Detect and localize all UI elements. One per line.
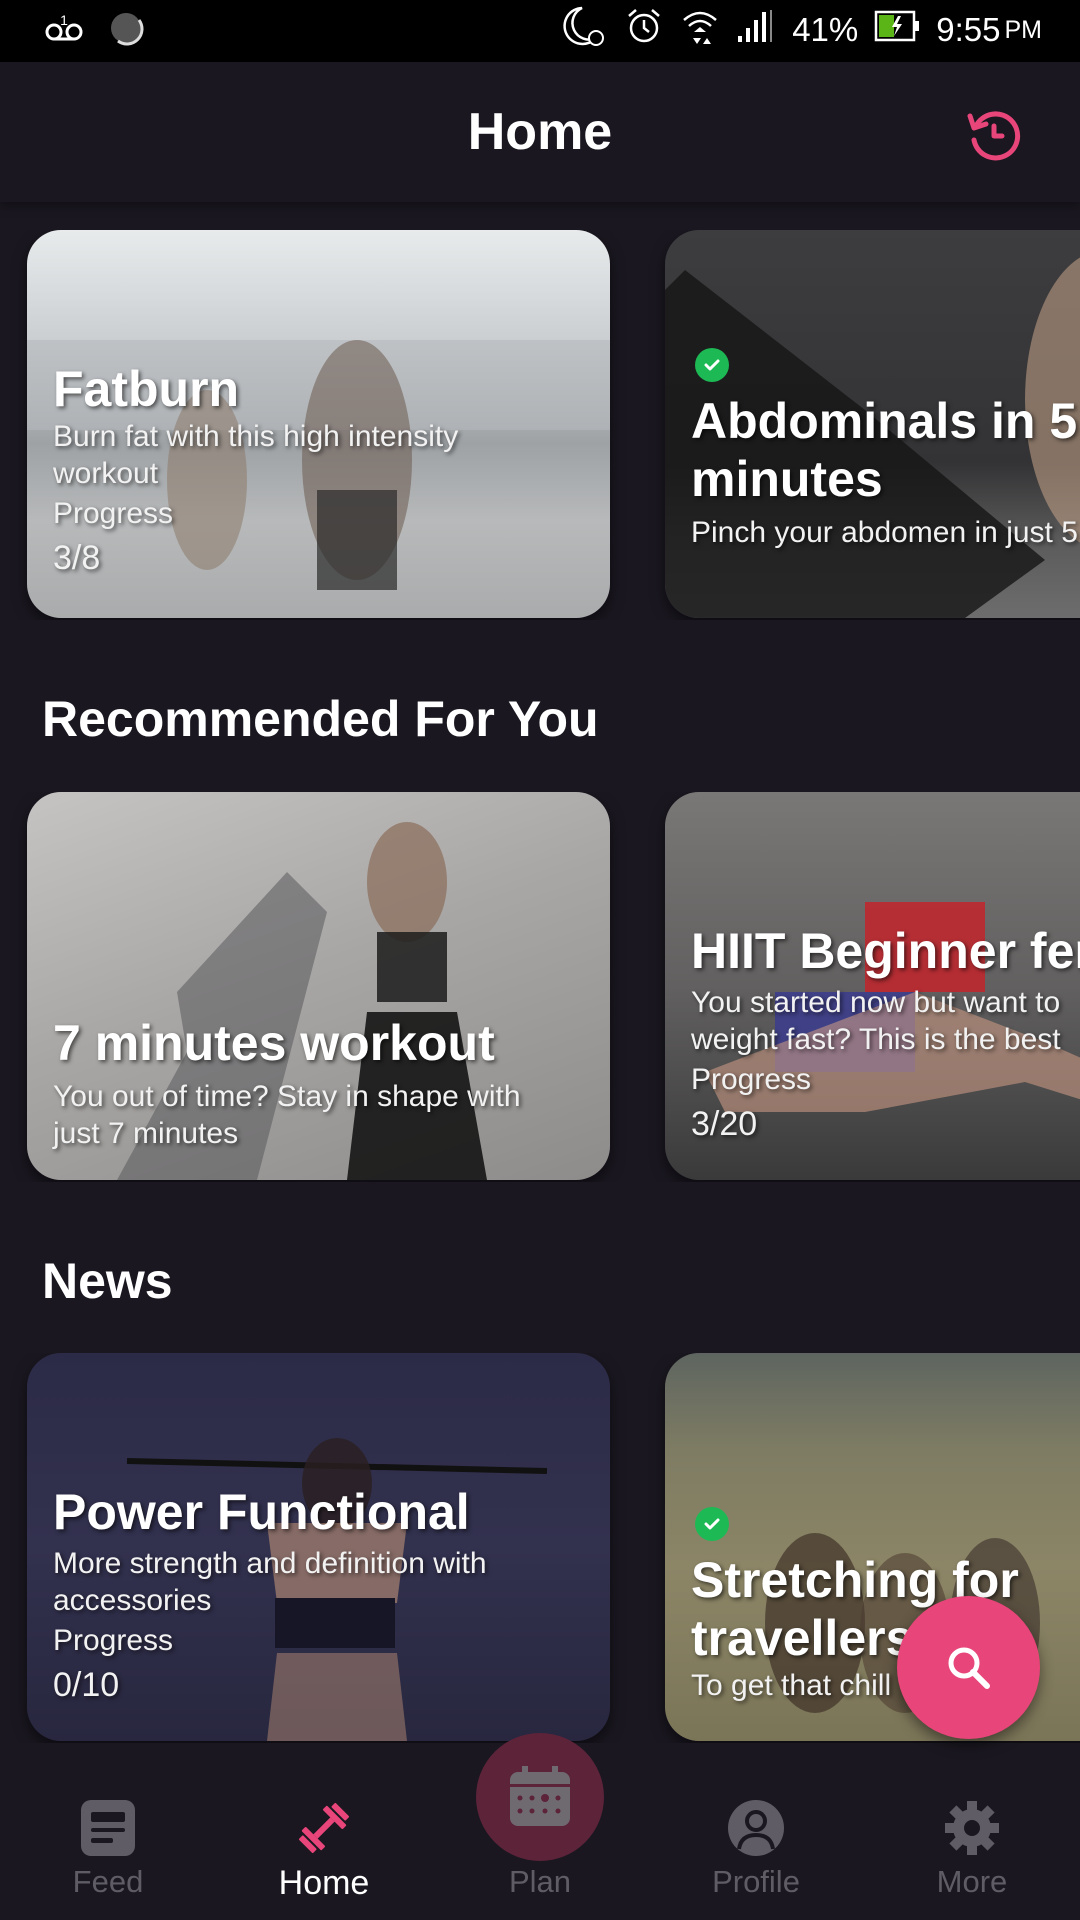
workout-card-power-functional[interactable]: Power Functional More strength and defin… <box>27 1353 610 1741</box>
nav-label: Plan <box>508 1864 572 1899</box>
card-description: Pinch your abdomen in just 5 <box>691 516 1078 549</box>
dumbbell-icon <box>298 1802 350 1854</box>
completed-check-icon <box>695 348 729 382</box>
nav-label: Home <box>278 1864 370 1902</box>
nav-item-feed[interactable]: Feed <box>28 1760 188 1920</box>
page-title: Home <box>467 103 613 161</box>
svg-text:1: 1 <box>60 13 68 28</box>
card-description: Burn fat with this high intensity workou… <box>53 420 459 490</box>
workout-card-fatburn[interactable]: Fatburn Burn fat with this high intensit… <box>27 230 610 618</box>
card-title: Abdominals in 5 minutes <box>691 393 1078 507</box>
clock-ampm: PM <box>1004 15 1043 44</box>
loading-icon <box>108 10 144 51</box>
wifi-icon <box>680 6 720 54</box>
gear-icon <box>945 1801 999 1855</box>
profile-icon <box>728 1800 784 1856</box>
nav-label: Feed <box>72 1864 144 1899</box>
card-title: Power Functional <box>53 1484 470 1540</box>
workout-card-7-minutes[interactable]: 7 minutes workout You out of time? Stay … <box>27 792 610 1180</box>
battery-percent: 41% <box>792 11 859 48</box>
section-title-news: News <box>42 1253 173 1309</box>
nav-label: More <box>936 1864 1008 1899</box>
history-icon <box>967 111 1021 161</box>
workout-card-abdominals[interactable]: Abdominals in 5 minutes Pinch your abdom… <box>665 230 1080 618</box>
progress-value: 3/20 <box>691 1105 758 1143</box>
clock-time: 9:55 <box>936 11 1001 48</box>
feed-icon <box>81 1800 135 1856</box>
completed-check-icon <box>695 1507 729 1541</box>
history-button[interactable] <box>962 102 1026 166</box>
section-title-recommended: Recommended For You <box>42 691 599 747</box>
progress-label: Progress <box>53 1624 174 1657</box>
search-icon <box>948 1647 990 1689</box>
nav-item-profile[interactable]: Profile <box>676 1760 836 1920</box>
card-title: HIIT Beginner fem <box>691 923 1080 979</box>
alarm-icon <box>624 6 664 54</box>
featured-carousel[interactable]: Fatburn Burn fat with this high intensit… <box>0 230 1080 620</box>
progress-label: Progress <box>691 1063 812 1096</box>
battery-charging-icon <box>874 10 920 50</box>
progress-label: Progress <box>53 497 174 530</box>
card-title: Fatburn <box>53 361 240 417</box>
card-title: 7 minutes workout <box>53 1015 495 1071</box>
card-description: More strength and definition with access… <box>53 1547 487 1617</box>
voicemail-icon: 1 <box>44 12 84 48</box>
nav-item-home[interactable]: Home <box>244 1760 404 1920</box>
progress-value: 0/10 <box>53 1666 120 1704</box>
calendar-icon <box>510 1766 570 1826</box>
recommended-carousel[interactable]: 7 minutes workout You out of time? Stay … <box>0 792 1080 1182</box>
app-bar: Home <box>0 62 1080 202</box>
status-bar: 1 41% 9:55 PM <box>0 0 1080 62</box>
plan-button[interactable] <box>476 1733 604 1861</box>
workout-card-hiit-beginner[interactable]: HIIT Beginner fem You started now but wa… <box>665 792 1080 1180</box>
search-fab-button[interactable] <box>897 1596 1040 1739</box>
nav-item-more[interactable]: More <box>892 1760 1052 1920</box>
nav-label: Profile <box>712 1864 800 1899</box>
card-description: You out of time? Stay in shape with just… <box>53 1080 521 1150</box>
card-description: You started now but want to weight fast?… <box>691 986 1061 1056</box>
signal-icon <box>736 8 776 52</box>
do-not-disturb-alarm-icon <box>562 4 608 56</box>
progress-value: 3/8 <box>53 539 101 577</box>
